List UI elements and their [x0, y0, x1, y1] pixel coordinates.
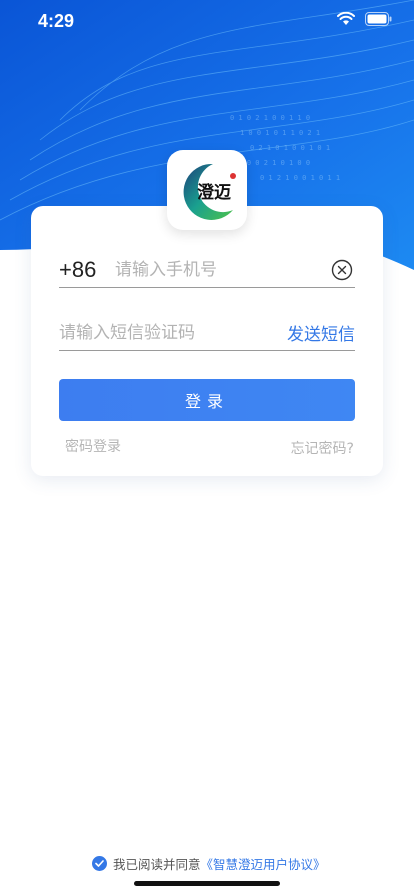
password-login-link[interactable]: 密码登录	[65, 436, 121, 456]
agreement-text: 我已阅读并同意	[113, 856, 201, 872]
status-icons	[337, 12, 392, 26]
agreement-checkbox[interactable]	[92, 855, 107, 871]
app-logo: 澄迈	[167, 150, 247, 230]
checkmark-icon	[95, 859, 104, 867]
logo-graphic: 澄迈	[183, 163, 236, 220]
user-agreement-link[interactable]: 《智慧澄迈用户协议》	[201, 854, 326, 873]
svg-text:1 0 0 1 0 1 1 0 2 1: 1 0 0 1 0 1 1 0 2 1	[240, 129, 320, 137]
status-time: 4:29	[38, 11, 75, 31]
country-code[interactable]: +86	[59, 257, 96, 283]
clear-icon	[331, 259, 353, 281]
phone-input[interactable]	[115, 257, 325, 283]
clear-phone-button[interactable]	[331, 259, 353, 281]
svg-text:0 1 0 2 1 0 0 1 1 0: 0 1 0 2 1 0 0 1 1 0	[230, 114, 310, 122]
sms-code-input[interactable]	[59, 320, 259, 346]
wifi-icon	[337, 12, 355, 25]
home-indicator	[134, 881, 280, 886]
code-row: 发送短信	[59, 318, 355, 351]
svg-text:0 1 2 1 0 0 1 0 1 1: 0 1 2 1 0 0 1 0 1 1	[260, 174, 340, 182]
agreement-row: 我已阅读并同意 《智慧澄迈用户协议》	[92, 854, 326, 872]
svg-text:0 2 1 0 1 0 0 1 0 1: 0 2 1 0 1 0 0 1 0 1	[250, 144, 330, 152]
forgot-password-link[interactable]: 忘记密码?	[291, 438, 354, 458]
login-button[interactable]: 登录	[59, 379, 355, 421]
phone-row: +86	[59, 254, 355, 288]
battery-icon	[365, 12, 392, 26]
status-bar: 4:29	[0, 0, 414, 44]
send-sms-button[interactable]: 发送短信	[287, 320, 355, 345]
logo-text: 澄迈	[197, 182, 231, 203]
